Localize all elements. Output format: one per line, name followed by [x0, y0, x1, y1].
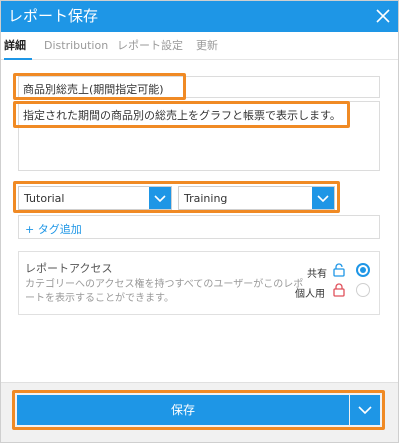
report-name-value: 商品別総売上(期間指定可能): [23, 83, 164, 96]
access-description: カテゴリーへのアクセス権を持つすべてのユーザーがこのレポートを表示することができ…: [25, 279, 304, 304]
tab-distribution[interactable]: Distribution: [44, 39, 108, 53]
folder-select[interactable]: Tutorial: [18, 186, 172, 210]
chevron-down-icon[interactable]: [149, 187, 171, 209]
private-label: 個人用: [295, 289, 325, 300]
dialog-titlebar: レポート保存: [0, 0, 399, 32]
tab-details[interactable]: 詳細: [4, 39, 26, 53]
report-access-panel: レポートアクセス カテゴリーへのアクセス権を持つすべてのユーザーがこのレポートを…: [18, 251, 380, 315]
close-icon[interactable]: [373, 6, 393, 26]
tag-field: + タグ追加: [18, 215, 380, 239]
description-field[interactable]: 指定された期間の商品別の総売上をグラフと帳票で表示します。: [18, 101, 380, 171]
lock-icon: [333, 283, 345, 297]
tab-report-settings[interactable]: レポート設定: [117, 39, 183, 53]
chevron-down-icon[interactable]: [312, 187, 334, 209]
subfolder-select-value: Training: [184, 192, 228, 205]
shared-label: 共有: [307, 269, 327, 280]
save-button[interactable]: 保存: [17, 395, 349, 425]
dialog-title: レポート保存: [8, 7, 99, 25]
unlock-icon: [333, 263, 345, 277]
active-tab-indicator: [4, 58, 32, 60]
subfolder-select[interactable]: Training: [178, 186, 335, 210]
save-options-button[interactable]: [350, 395, 380, 425]
shared-radio[interactable]: [356, 263, 370, 277]
description-value: 指定された期間の商品別の総売上をグラフと帳票で表示します。: [23, 109, 341, 122]
access-heading: レポートアクセス: [25, 262, 113, 275]
add-tag-link[interactable]: + タグ追加: [25, 221, 82, 237]
tab-bar: 詳細 Distribution レポート設定 更新: [0, 32, 399, 60]
folder-select-value: Tutorial: [24, 192, 65, 205]
private-radio[interactable]: [356, 283, 370, 297]
tab-update[interactable]: 更新: [196, 39, 218, 53]
report-name-field[interactable]: 商品別総売上(期間指定可能): [18, 76, 380, 98]
